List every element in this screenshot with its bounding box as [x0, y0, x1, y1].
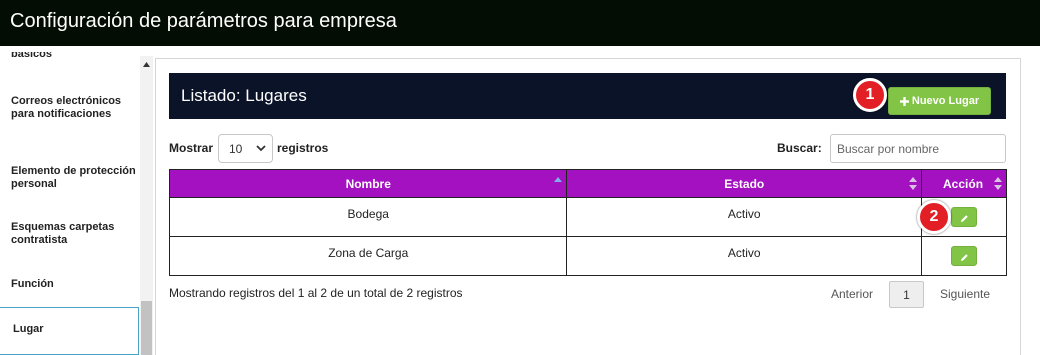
column-header-label: Nombre [345, 176, 391, 191]
column-header-estado[interactable]: Estado [566, 169, 923, 198]
table-row: Bodega Activo [168, 197, 1007, 237]
sidebar-scrollbar[interactable] [140, 56, 153, 355]
column-header-accion[interactable]: Acción [921, 169, 1007, 198]
sidebar-item-label: Esquemas carpetas contratista [11, 221, 115, 246]
table-row: Zona de Carga Activo [168, 236, 1007, 276]
sort-both-icon [994, 177, 1002, 190]
chevron-down-icon [256, 145, 266, 152]
step-marker-2: 2 [917, 200, 951, 234]
table-header-row: Nombre Estado Acción [168, 169, 1007, 198]
places-table: Nombre Estado Acción Bodega Activo Zona … [168, 169, 1007, 276]
length-suffix-label: registros [277, 141, 329, 155]
pagination-previous[interactable]: Anterior [831, 287, 873, 301]
new-place-label: Nuevo Lugar [911, 95, 980, 107]
sidebar-item-label: básicos [11, 52, 52, 60]
pencil-icon [961, 215, 968, 222]
sidebar-item-correos[interactable]: Correos electrónicos para notificaciones [0, 95, 139, 121]
scroll-thumb[interactable] [141, 301, 152, 355]
sidebar-item-label: Elemento de protección personal [11, 165, 136, 190]
length-prefix-label: Mostrar [169, 141, 214, 155]
sidebar-item-basicos[interactable]: básicos [0, 52, 139, 62]
list-title: Listado: Lugares [181, 86, 307, 105]
cell-estado: Activo [566, 197, 923, 237]
search-input[interactable] [830, 134, 1006, 163]
sidebar-item-label: Correos electrónicos para notificaciones [11, 95, 122, 120]
new-place-button[interactable]: Nuevo Lugar [888, 87, 991, 115]
sidebar-item-label: Función [11, 278, 54, 290]
plus-icon [899, 96, 909, 106]
sidebar-item-elemento-proteccion[interactable]: Elemento de protección personal [0, 165, 139, 191]
records-per-page-value: 10 [229, 142, 243, 156]
cell-accion [921, 236, 1007, 276]
table-info: Mostrando registros del 1 al 2 de un tot… [169, 286, 463, 300]
edit-button[interactable] [951, 207, 977, 227]
window-title: Configuración de parámetros para empresa [0, 0, 1040, 46]
cell-nombre: Bodega [168, 197, 568, 237]
scroll-up-arrow-icon[interactable] [140, 56, 153, 72]
pencil-icon [961, 254, 968, 261]
step-marker-1: 1 [853, 78, 887, 112]
pagination-next[interactable]: Siguiente [940, 287, 990, 301]
column-header-nombre[interactable]: Nombre [168, 169, 568, 198]
column-header-label: Estado [724, 176, 765, 191]
sidebar-item-esquemas[interactable]: Esquemas carpetas contratista [0, 221, 139, 247]
edit-button[interactable] [951, 246, 977, 266]
cell-nombre: Zona de Carga [168, 236, 568, 276]
column-header-label: Acción [943, 176, 984, 191]
sidebar-item-label: Lugar [13, 323, 44, 335]
records-per-page-select[interactable]: 10 [218, 134, 273, 163]
sort-both-icon [909, 177, 918, 190]
sort-asc-icon [554, 177, 563, 182]
sidebar-item-lugar[interactable]: Lugar [0, 307, 139, 355]
cell-estado: Activo [566, 236, 923, 276]
sidebar: básicos Correos electrónicos para notifi… [0, 46, 140, 355]
pagination-page-1[interactable]: 1 [889, 281, 924, 308]
sidebar-item-funcion[interactable]: Función [0, 278, 139, 291]
search-label: Buscar: [777, 141, 822, 155]
